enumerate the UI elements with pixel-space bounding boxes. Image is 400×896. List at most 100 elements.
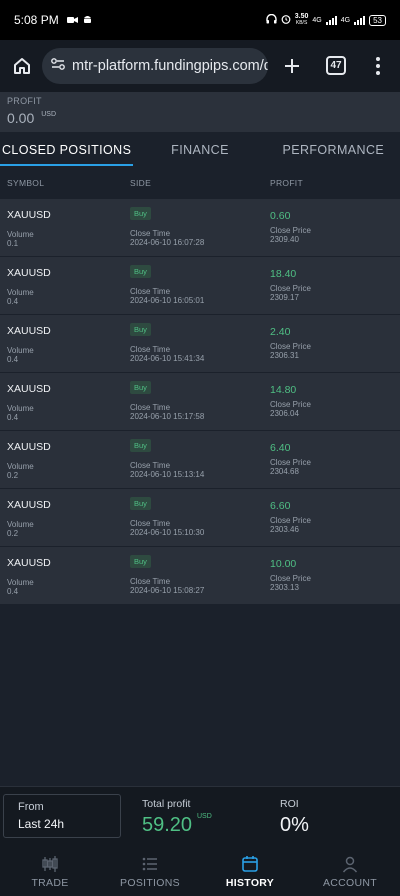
bottom-nav: TRADE POSITIONS HISTORY ACCOUNT [0, 850, 400, 896]
column-symbol: SYMBOL [7, 178, 45, 188]
row-close-time: 2024-06-10 16:05:01 [130, 296, 205, 305]
nav-account-label: ACCOUNT [322, 877, 377, 889]
row-close-time-label: Close Time [130, 577, 171, 586]
row-volume-label: Volume [7, 230, 34, 239]
profit-value: 0.00 [7, 110, 35, 126]
row-close-price: 2306.04 [270, 409, 299, 418]
row-close-time-label: Close Time [130, 403, 171, 412]
tab-finance[interactable]: FINANCE [133, 132, 266, 168]
row-close-time-label: Close Time [130, 229, 171, 238]
site-settings-icon[interactable] [50, 56, 66, 77]
side-badge: Buy [130, 439, 151, 452]
table-row[interactable]: XAUUSD Volume 0.4 Buy Close Time 2024-06… [0, 546, 400, 604]
browser-toolbar: mtr-platform.fundingpips.com/dash 47 [0, 40, 400, 92]
person-icon [342, 856, 358, 873]
row-close-time-label: Close Time [130, 345, 171, 354]
row-volume: 0.2 [7, 471, 19, 480]
list-icon [142, 857, 157, 871]
row-profit: 0.60 [270, 210, 291, 222]
profit-unit: USD [41, 111, 57, 118]
row-volume: 0.2 [7, 529, 19, 538]
table-row[interactable]: XAUUSD Volume 0.4 Buy Close Time 2024-06… [0, 372, 400, 430]
row-close-time-label: Close Time [130, 287, 171, 296]
table-row[interactable]: XAUUSD Volume 0.2 Buy Close Time 2024-06… [0, 430, 400, 488]
nav-positions-label: POSITIONS [120, 877, 180, 889]
table-row[interactable]: XAUUSD Volume 0.1 Buy Close Time 2024-06… [0, 198, 400, 256]
total-profit-value: 59.20 [142, 814, 193, 836]
more-menu-button[interactable] [368, 54, 388, 78]
row-close-price: 2303.13 [270, 583, 299, 592]
row-close-price: 2309.40 [270, 235, 299, 244]
row-close-price-label: Close Price [270, 284, 311, 293]
nav-account[interactable]: ACCOUNT [300, 850, 400, 896]
period-label: From [18, 801, 44, 813]
video-camera-icon [66, 13, 78, 27]
table-row[interactable]: XAUUSD Volume 0.2 Buy Close Time 2024-06… [0, 488, 400, 546]
row-symbol: XAUUSD [7, 267, 51, 279]
period-selector[interactable]: From Last 24h [3, 794, 121, 838]
row-close-price: 2306.31 [270, 351, 299, 360]
home-icon [14, 58, 30, 74]
home-button[interactable] [0, 40, 44, 92]
nav-trade-label: TRADE [31, 877, 69, 889]
tab-performance[interactable]: PERFORMANCE [267, 132, 400, 168]
roi-label: ROI [280, 798, 299, 810]
status-time: 5:08 PM [14, 13, 59, 27]
row-volume-label: Volume [7, 462, 34, 471]
table-row[interactable]: XAUUSD Volume 0.4 Buy Close Time 2024-06… [0, 256, 400, 314]
tab-switcher-button[interactable]: 47 [326, 56, 346, 75]
side-badge: Buy [130, 207, 151, 220]
side-badge: Buy [130, 555, 151, 568]
row-close-time-label: Close Time [130, 461, 171, 470]
signal-icon-2 [354, 15, 366, 25]
address-bar[interactable]: mtr-platform.fundingpips.com/dash [42, 48, 268, 84]
row-close-price-label: Close Price [270, 226, 311, 235]
total-profit-label: Total profit [142, 798, 191, 810]
new-tab-button[interactable] [278, 52, 306, 80]
network-type-2: 4G [340, 16, 351, 24]
row-volume: 0.4 [7, 587, 19, 596]
table-row[interactable]: XAUUSD Volume 0.4 Buy Close Time 2024-06… [0, 314, 400, 372]
profit-summary: PROFIT 0.00 USD [0, 92, 400, 132]
net-speed-unit: KB/S [295, 20, 308, 26]
row-close-price-label: Close Price [270, 458, 311, 467]
row-profit: 6.40 [270, 442, 291, 454]
battery-icon: 53 [369, 14, 386, 26]
row-symbol: XAUUSD [7, 499, 51, 511]
row-volume-label: Volume [7, 288, 34, 297]
headphones-icon [266, 13, 277, 26]
row-symbol: XAUUSD [7, 209, 51, 221]
row-close-price-label: Close Price [270, 516, 311, 525]
nav-trade[interactable]: TRADE [0, 850, 100, 896]
column-profit: PROFIT [270, 178, 303, 188]
total-profit-unit: USD [197, 813, 212, 820]
row-close-price: 2303.46 [270, 525, 299, 534]
row-close-time-label: Close Time [130, 519, 171, 528]
tab-closed-positions[interactable]: CLOSED POSITIONS [0, 132, 134, 168]
row-profit: 14.80 [270, 384, 297, 396]
row-volume-label: Volume [7, 520, 34, 529]
profit-label: PROFIT [7, 96, 42, 106]
status-bar: 5:08 PM 3.50 KB/S 4G 4G 53 [0, 0, 400, 40]
row-symbol: XAUUSD [7, 383, 51, 395]
row-close-price-label: Close Price [270, 574, 311, 583]
period-value: Last 24h [18, 817, 65, 831]
side-badge: Buy [130, 497, 151, 510]
side-badge: Buy [130, 323, 151, 336]
row-profit: 18.40 [270, 268, 297, 280]
row-close-price: 2309.17 [270, 293, 299, 302]
row-profit: 10.00 [270, 558, 297, 570]
row-symbol: XAUUSD [7, 325, 51, 337]
nav-positions[interactable]: POSITIONS [100, 850, 200, 896]
row-volume: 0.4 [7, 413, 19, 422]
row-close-time: 2024-06-10 15:41:34 [130, 354, 205, 363]
row-close-price-label: Close Price [270, 342, 311, 351]
row-volume-label: Volume [7, 578, 34, 587]
url-text[interactable]: mtr-platform.fundingpips.com/dash [72, 58, 268, 74]
row-close-time: 2024-06-10 15:17:58 [130, 412, 205, 421]
network-type-1: 4G [312, 16, 322, 24]
android-icon [83, 13, 92, 27]
nav-history[interactable]: HISTORY [200, 850, 300, 896]
row-close-time: 2024-06-10 15:08:27 [130, 586, 205, 595]
plus-icon [285, 59, 299, 73]
